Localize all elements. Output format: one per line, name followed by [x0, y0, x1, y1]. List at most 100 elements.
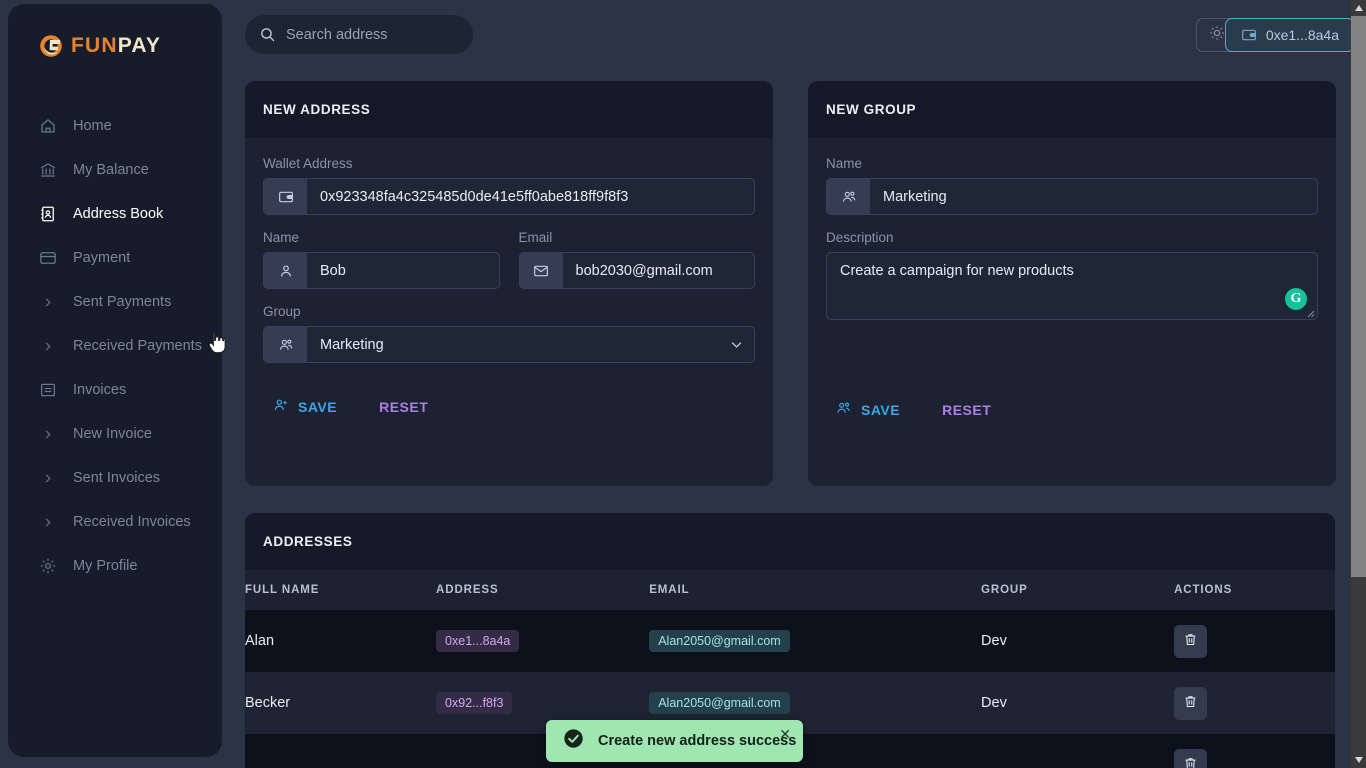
sidebar-item-payment[interactable]: Payment	[8, 236, 222, 280]
grammarly-icon[interactable]: G	[1285, 288, 1307, 310]
address-badge: 0xe1...8a4a	[436, 630, 520, 652]
logo-text-pay: PAY	[117, 34, 162, 57]
user-icon	[264, 253, 307, 288]
group-description-label: Description	[826, 230, 894, 245]
mouse-cursor-pointer	[208, 330, 226, 354]
new-address-card-title: NEW ADDRESS	[245, 81, 773, 138]
delete-row-button[interactable]	[1174, 624, 1208, 658]
group-icon	[264, 327, 307, 362]
chevron-right-icon	[38, 337, 57, 356]
sidebar-label: Payment	[73, 250, 131, 266]
group-description-value: Create a campaign for new products	[840, 263, 1074, 279]
sidebar-item-home[interactable]: Home	[8, 104, 222, 148]
name-input[interactable]: Bob	[263, 252, 500, 289]
save-group-button[interactable]: SAVE	[826, 392, 910, 427]
page-scrollbar[interactable]	[1351, 0, 1366, 768]
wallet-address-input[interactable]: 0x923348fa4c325485d0de41e5ff0abe818ff9f8…	[263, 178, 755, 215]
sidebar-label: My Profile	[73, 558, 138, 574]
invoice-icon	[38, 381, 57, 400]
table-row[interactable]: Alan 0xe1...8a4a Alan2050@gmail.com Dev	[245, 610, 1335, 672]
close-icon[interactable]: ✕	[775, 724, 795, 745]
add-user-icon	[273, 397, 289, 416]
search-input[interactable]: Search address	[245, 15, 473, 54]
sidebar-item-sent-payments[interactable]: Sent Payments	[8, 280, 222, 324]
group-name-input[interactable]: Marketing	[826, 178, 1318, 215]
topbar: Search address 0xe1...8a4a	[222, 0, 1366, 70]
sidebar-label: My Balance	[73, 162, 149, 178]
sidebar-label: New Invoice	[73, 426, 152, 442]
chevron-down-icon[interactable]	[718, 327, 754, 362]
sidebar-label: Sent Payments	[73, 294, 172, 310]
scroll-down-arrow-icon[interactable]	[1351, 752, 1366, 768]
email-input[interactable]: bob2030@gmail.com	[518, 252, 755, 289]
sidebar-item-my-profile[interactable]: My Profile	[8, 544, 222, 588]
cell-group	[981, 734, 1174, 768]
group-icon	[827, 179, 870, 214]
sidebar-label: Received Invoices	[73, 514, 191, 530]
logo-text-fun: FUN	[71, 34, 118, 57]
sidebar: FUNPAY Home My Balance Address Book Paym…	[8, 4, 222, 757]
reset-group-button[interactable]: RESET	[932, 394, 1001, 426]
scroll-up-arrow-icon[interactable]	[1351, 0, 1366, 16]
trash-icon	[1183, 632, 1198, 650]
scrollbar-thumb[interactable]	[1351, 16, 1366, 577]
wallet-icon	[1241, 27, 1257, 43]
group-description-textarea[interactable]: Create a campaign for new products G	[826, 252, 1318, 320]
sidebar-item-received-payments[interactable]: Received Payments	[8, 324, 222, 368]
card-icon	[38, 249, 57, 268]
name-label: Name	[263, 230, 300, 245]
column-header-full-name: FULL NAME	[245, 584, 320, 596]
column-header-actions: ACTIONS	[1174, 584, 1233, 596]
cell-group: Dev	[981, 695, 1007, 711]
email-badge: Alan2050@gmail.com	[649, 692, 790, 714]
delete-row-button[interactable]	[1174, 686, 1208, 720]
sidebar-item-address-book[interactable]: Address Book	[8, 192, 222, 236]
trash-icon	[1183, 756, 1198, 768]
check-circle-icon	[563, 728, 584, 754]
save-address-label: SAVE	[298, 398, 338, 415]
trash-icon	[1183, 694, 1198, 712]
search-icon	[259, 26, 276, 43]
wallet-icon	[264, 179, 307, 214]
resize-handle-icon[interactable]	[1305, 308, 1315, 318]
cell-full-name: Alan	[245, 633, 275, 649]
toast-message: Create new address success	[598, 733, 797, 749]
search-placeholder: Search address	[286, 26, 388, 43]
sidebar-item-received-invoices[interactable]: Received Invoices	[8, 500, 222, 544]
table-header-row: FULL NAME ADDRESS EMAIL GROUP ACTIONS	[245, 570, 1335, 610]
address-book-icon	[38, 205, 57, 224]
group-name-label: Name	[826, 156, 863, 171]
sidebar-item-invoices[interactable]: Invoices	[8, 368, 222, 412]
chevron-right-icon	[38, 425, 57, 444]
delete-row-button[interactable]	[1174, 748, 1208, 768]
group-label: Group	[263, 304, 301, 319]
sidebar-item-new-invoice[interactable]: New Invoice	[8, 412, 222, 456]
wallet-address-value: 0x923348fa4c325485d0de41e5ff0abe818ff9f8…	[320, 188, 629, 205]
group-select[interactable]: Marketing	[263, 326, 755, 363]
wallet-address-button[interactable]: 0xe1...8a4a	[1224, 18, 1355, 52]
sidebar-label: Sent Invoices	[73, 470, 161, 486]
cell-actions	[1174, 610, 1335, 672]
column-header-email: EMAIL	[649, 584, 690, 596]
addresses-table-head: FULL NAME ADDRESS EMAIL GROUP ACTIONS	[245, 570, 1335, 610]
funpay-logo-icon	[38, 33, 64, 59]
cell-full-name	[245, 734, 436, 768]
reset-group-label: RESET	[942, 401, 992, 418]
reset-address-button[interactable]: RESET	[369, 391, 438, 423]
app-logo[interactable]: FUNPAY	[8, 4, 222, 64]
bank-icon	[38, 161, 57, 180]
chevron-right-icon	[38, 469, 57, 488]
wallet-address-label: Wallet Address	[263, 156, 353, 171]
sidebar-item-my-balance[interactable]: My Balance	[8, 148, 222, 192]
sidebar-label: Address Book	[73, 206, 164, 222]
sidebar-nav: Home My Balance Address Book Payment Sen	[8, 104, 222, 588]
name-value: Bob	[320, 262, 346, 279]
column-header-group: GROUP	[981, 584, 1028, 596]
save-address-button[interactable]: SAVE	[263, 389, 347, 424]
group-value: Marketing	[320, 336, 384, 353]
cell-email: Alan2050@gmail.com	[649, 610, 981, 672]
sidebar-item-sent-invoices[interactable]: Sent Invoices	[8, 456, 222, 500]
email-badge: Alan2050@gmail.com	[649, 630, 790, 652]
chevron-right-icon	[38, 513, 57, 532]
group-name-value: Marketing	[883, 188, 947, 205]
